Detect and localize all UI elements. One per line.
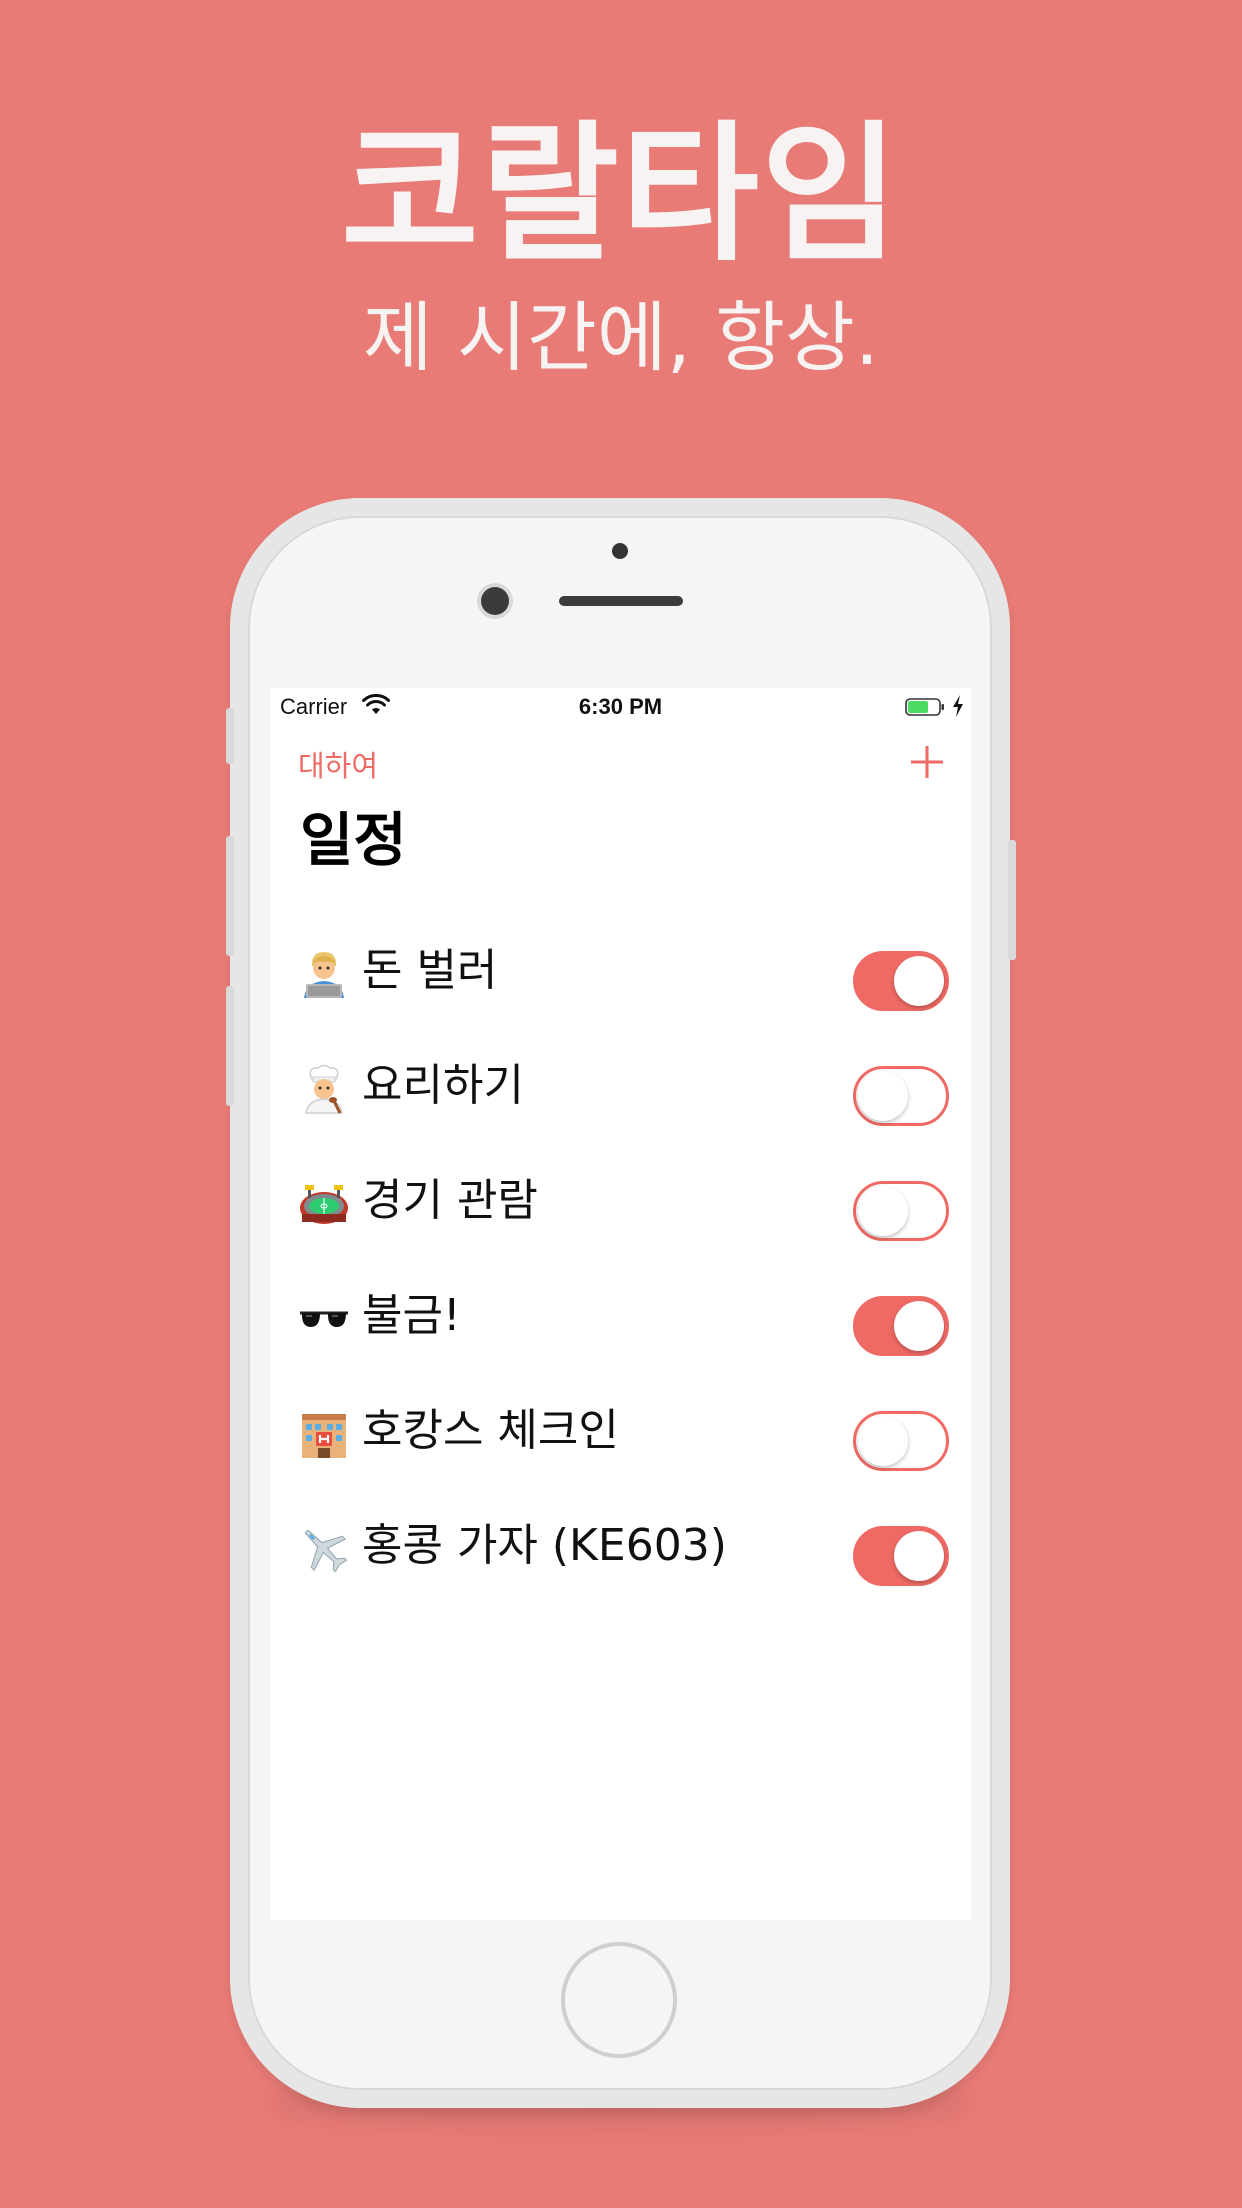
list-item[interactable]: 호캉스 체크인 bbox=[270, 1378, 971, 1493]
list-item[interactable]: 홍콩 가자 (KE603) bbox=[270, 1493, 971, 1608]
status-time: 6:30 PM bbox=[578, 694, 663, 719]
battery-icon bbox=[905, 698, 944, 716]
list-item-label: 홍콩 가자 (KE603) bbox=[362, 1520, 727, 1571]
stadium-icon bbox=[300, 1185, 348, 1224]
mute-switch bbox=[226, 708, 234, 764]
toggle-knob bbox=[894, 956, 944, 1006]
hotel-icon bbox=[302, 1414, 346, 1458]
toggle-knob bbox=[894, 1301, 944, 1351]
list-item[interactable]: 경기 관람 bbox=[270, 1148, 971, 1263]
front-camera bbox=[481, 587, 509, 615]
airplane-icon bbox=[305, 1530, 348, 1573]
about-button[interactable]: 대하여 bbox=[298, 743, 378, 785]
schedule-list: 돈 벌러 요리하기 경기 관람 불금! 호캉스 체크인 홍콩 가자 (KE603… bbox=[270, 918, 971, 1608]
app-screen: Carrier 6:30 PM 대하여 일정 돈 벌러 요리하기 경기 관람 불… bbox=[270, 688, 971, 1920]
list-item-label: 경기 관람 bbox=[362, 1175, 538, 1226]
list-item-label: 불금! bbox=[362, 1290, 461, 1341]
home-button[interactable] bbox=[561, 1942, 677, 2058]
toggle-switch[interactable] bbox=[853, 1066, 949, 1126]
hero-subtitle: 제 시간에, 항상. bbox=[362, 293, 880, 382]
toggle-switch[interactable] bbox=[853, 951, 949, 1011]
toggle-knob bbox=[894, 1531, 944, 1581]
toggle-switch[interactable] bbox=[853, 1411, 949, 1471]
proximity-sensor bbox=[612, 543, 628, 559]
toggle-knob bbox=[858, 1416, 908, 1466]
list-item-label: 돈 벌러 bbox=[362, 945, 498, 996]
page-title: 일정 bbox=[300, 806, 407, 874]
list-item-label: 요리하기 bbox=[362, 1060, 524, 1111]
volume-down-button bbox=[226, 986, 234, 1106]
laptop-technologist-icon bbox=[304, 952, 344, 998]
toggle-switch[interactable] bbox=[853, 1526, 949, 1586]
toggle-switch[interactable] bbox=[853, 1296, 949, 1356]
hero-title: 코랄타임 bbox=[340, 108, 901, 282]
chef-icon bbox=[305, 1064, 343, 1114]
power-button bbox=[1008, 840, 1016, 960]
toggle-switch[interactable] bbox=[853, 1181, 949, 1241]
earpiece-speaker bbox=[559, 596, 683, 606]
charging-bolt-icon bbox=[953, 695, 963, 717]
toggle-knob bbox=[858, 1071, 908, 1121]
list-item[interactable]: 요리하기 bbox=[270, 1033, 971, 1148]
list-item-label: 호캉스 체크인 bbox=[362, 1405, 619, 1456]
add-icon[interactable] bbox=[909, 744, 945, 780]
sunglasses-icon bbox=[300, 1311, 348, 1327]
toggle-knob bbox=[858, 1186, 908, 1236]
status-bar: Carrier 6:30 PM bbox=[270, 688, 971, 724]
list-item[interactable]: 불금! bbox=[270, 1263, 971, 1378]
list-item[interactable]: 돈 벌러 bbox=[270, 918, 971, 1033]
volume-up-button bbox=[226, 836, 234, 956]
